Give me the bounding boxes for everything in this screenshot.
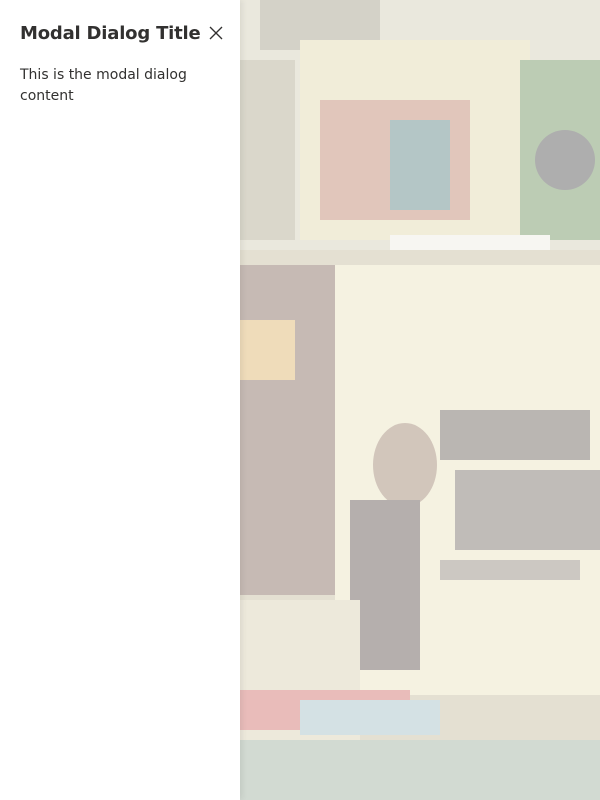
- page: Modal Dialog Title This is the modal dia…: [0, 0, 600, 800]
- modal-title: Modal Dialog Title: [20, 22, 201, 44]
- modal-header: Modal Dialog Title: [20, 20, 223, 46]
- modal-overlay[interactable]: [240, 0, 600, 800]
- background-photo: [240, 0, 600, 800]
- close-icon: [209, 26, 222, 40]
- modal-dialog: Modal Dialog Title This is the modal dia…: [0, 0, 240, 800]
- close-button[interactable]: [209, 23, 223, 43]
- modal-content: This is the modal dialog content: [20, 67, 187, 104]
